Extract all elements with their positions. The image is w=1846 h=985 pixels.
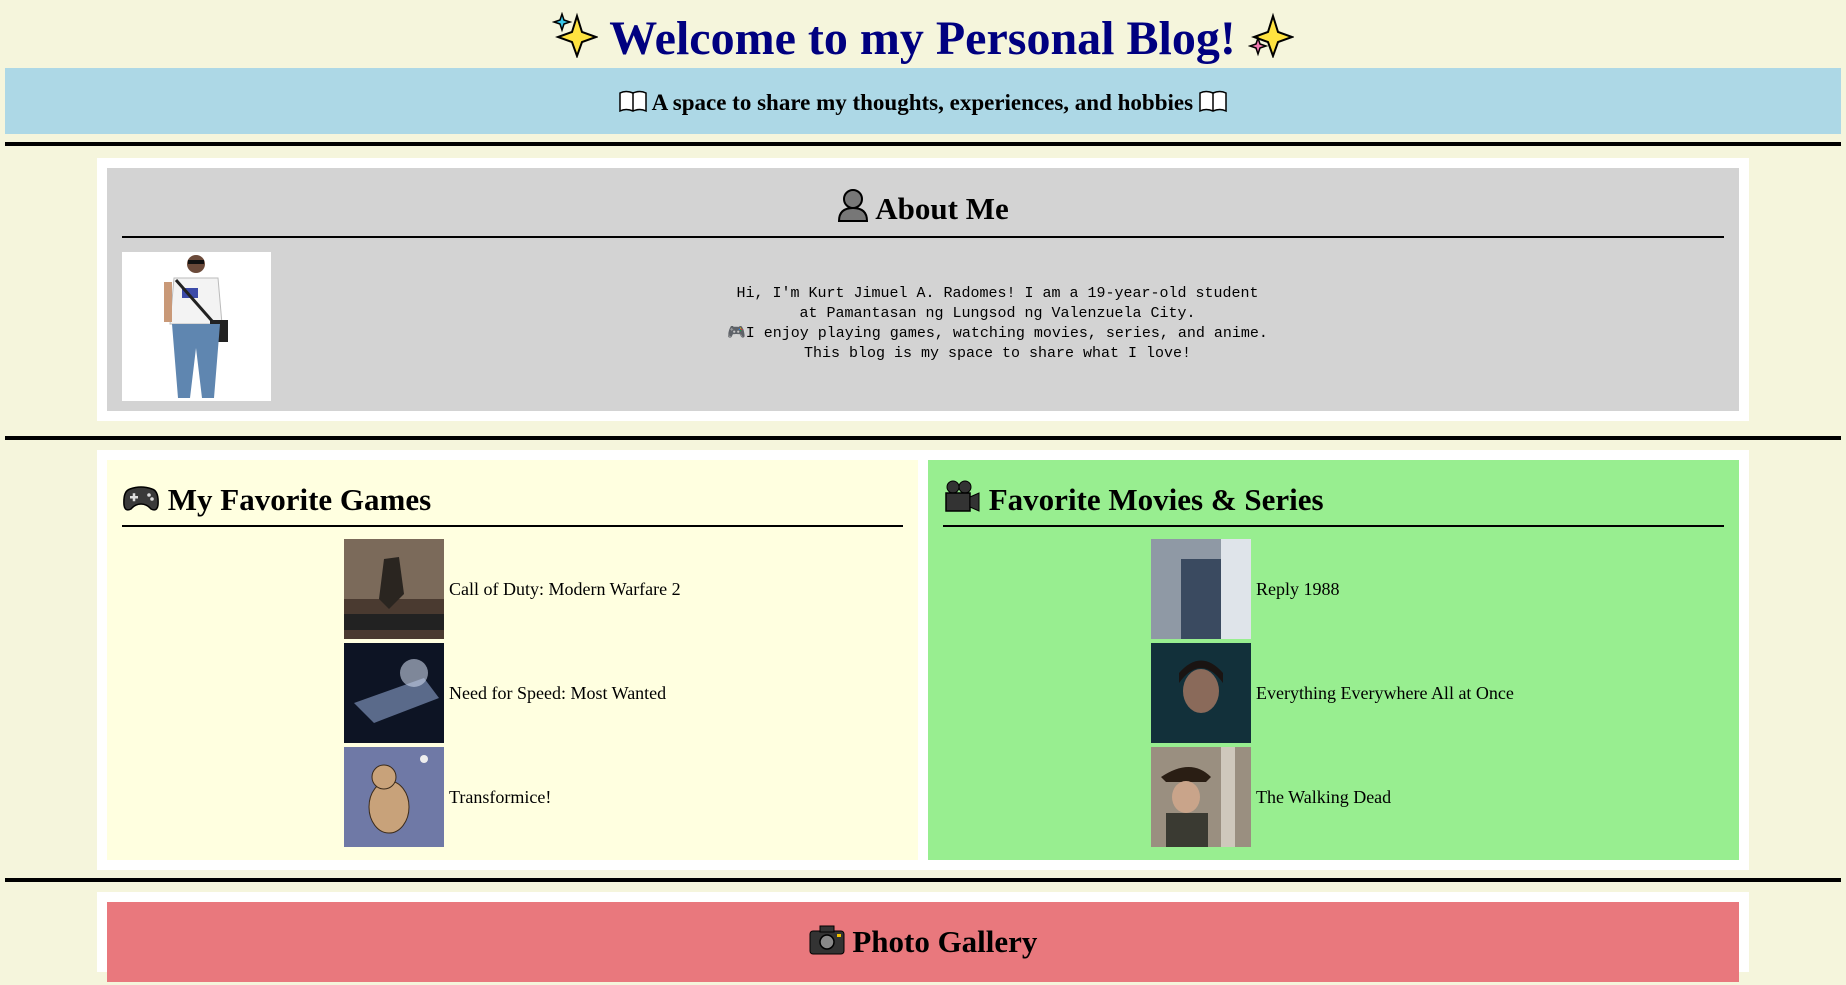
movie-thumbnail (1151, 643, 1251, 743)
movie-item: Everything Everywhere All at Once (943, 641, 1724, 745)
movies-heading-text: Favorite Movies & Series (988, 482, 1324, 517)
subtitle-bar: A space to share my thoughts, experience… (5, 68, 1841, 134)
movies-panel: Favorite Movies & Series Reply 1988 Ever… (928, 460, 1739, 860)
game-item: Need for Speed: Most Wanted (122, 641, 903, 745)
sparkles-icon (551, 4, 600, 82)
movie-item: Reply 1988 (943, 537, 1724, 641)
camera-icon (809, 905, 845, 985)
gallery-heading-text: Photo Gallery (852, 924, 1038, 959)
game-item: Transformice! (122, 745, 903, 849)
movie-title: Reply 1988 (1256, 578, 1340, 599)
game-thumbnail (344, 643, 444, 743)
game-item: Call of Duty: Modern Warfare 2 (122, 537, 903, 641)
open-book-icon (1199, 70, 1227, 140)
about-heading-text: About Me (875, 191, 1009, 226)
game-title: Call of Duty: Modern Warfare 2 (449, 578, 681, 599)
games-panel: My Favorite Games Call of Duty: Modern W… (107, 460, 918, 860)
section-divider (5, 142, 1841, 146)
person-silhouette-icon (837, 171, 869, 253)
movie-title: Everything Everywhere All at Once (1256, 682, 1514, 703)
section-divider (5, 436, 1841, 440)
movie-item: The Walking Dead (943, 745, 1724, 849)
about-section: About Me Hi, I'm Kurt Jimuel A. Radomes!… (97, 158, 1749, 421)
gallery-heading: Photo Gallery (107, 902, 1739, 982)
game-thumbnail (344, 747, 444, 847)
games-heading-text: My Favorite Games (167, 482, 432, 517)
site-title: Welcome to my Personal Blog! (0, 0, 1846, 68)
movie-camera-icon (943, 463, 981, 543)
about-heading: About Me (122, 168, 1724, 238)
open-book-icon (619, 70, 647, 140)
favorites-section: My Favorite Games Call of Duty: Modern W… (97, 450, 1749, 870)
sparkles-icon (1247, 4, 1295, 82)
movies-heading: Favorite Movies & Series (943, 460, 1724, 527)
gallery-section: Photo Gallery (97, 892, 1749, 982)
profile-photo (122, 252, 271, 401)
game-title: Need for Speed: Most Wanted (449, 682, 667, 703)
section-divider (5, 878, 1841, 882)
game-controller-icon (122, 463, 160, 543)
game-thumbnail (344, 539, 444, 639)
movie-thumbnail (1151, 747, 1251, 847)
about-text: Hi, I'm Kurt Jimuel A. Radomes! I am a 1… (727, 285, 1268, 362)
site-title-text: Welcome to my Personal Blog! (609, 12, 1236, 65)
game-title: Transformice! (449, 786, 552, 807)
movie-thumbnail (1151, 539, 1251, 639)
games-heading: My Favorite Games (122, 460, 903, 527)
subtitle-text: A space to share my thoughts, experience… (651, 90, 1194, 115)
movie-title: The Walking Dead (1256, 786, 1392, 807)
